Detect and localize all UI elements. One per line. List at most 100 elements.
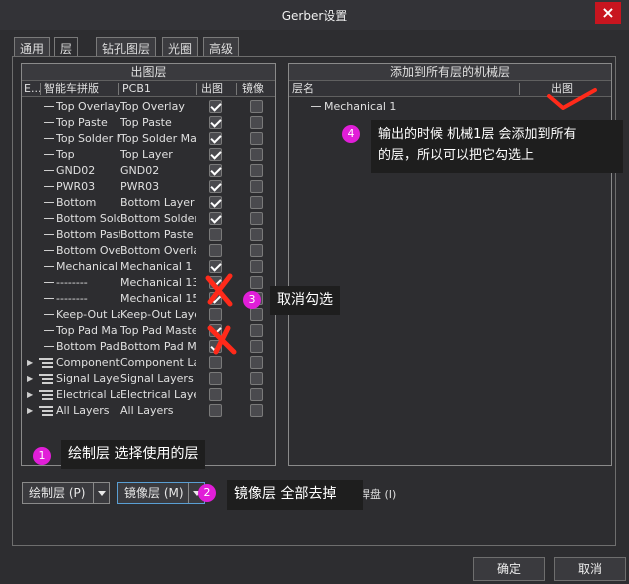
plot-checkbox[interactable] [209, 404, 222, 417]
mirror-checkbox[interactable] [250, 260, 263, 273]
mirror-checkbox[interactable] [250, 340, 263, 353]
table-row[interactable]: Top Paste Top Paste [22, 115, 275, 131]
tree-line-icon [44, 282, 54, 283]
col-pcb[interactable]: PCB1 [122, 81, 151, 97]
cancel-button[interactable]: 取消 [554, 557, 626, 581]
plot-checkbox[interactable] [209, 372, 222, 385]
mirror-checkbox[interactable] [250, 180, 263, 193]
mirror-layers-button[interactable]: 镜像层 (M) [117, 482, 205, 504]
plot-checkbox[interactable] [209, 116, 222, 129]
tree-line-icon [44, 122, 54, 123]
tab-general[interactable]: 通用 [14, 37, 51, 57]
plot-layers-label: 绘制层 (P) [29, 486, 86, 500]
table-row[interactable]: Bottom Over Bottom Overla [22, 243, 275, 259]
plot-checkbox[interactable] [209, 196, 222, 209]
table-row[interactable]: GND02 GND02 [22, 163, 275, 179]
mirror-checkbox[interactable] [250, 164, 263, 177]
tree-line-icon [44, 186, 54, 187]
pcb-layer: Top Overlay [120, 100, 185, 113]
layer-stack-icon [39, 406, 53, 416]
mirror-checkbox[interactable] [250, 308, 263, 321]
annotation-note-4-line1: 输出的时候 机械1层 会添加到所有 [378, 127, 577, 142]
plot-checkbox[interactable] [209, 132, 222, 145]
tree-line-icon [44, 138, 54, 139]
window-title: Gerber设置 [281, 9, 348, 23]
tab-layers[interactable]: 层 [54, 37, 79, 58]
table-row[interactable]: Bottom Bottom Layer [22, 195, 275, 211]
layer-name: Bottom Sold [56, 212, 120, 225]
table-row[interactable]: Top Overlay Top Overlay [22, 99, 275, 115]
expand-arrow-icon[interactable]: ▶ [27, 403, 33, 419]
table-row[interactable]: Bottom Sold Bottom Solder [22, 211, 275, 227]
layer-name: Keep-Out La [56, 308, 120, 321]
plot-checkbox[interactable] [209, 164, 222, 177]
plot-checkbox[interactable] [209, 228, 222, 241]
mirror-checkbox[interactable] [250, 212, 263, 225]
chevron-down-icon[interactable] [93, 483, 109, 503]
plot-checkbox[interactable] [209, 212, 222, 225]
mirror-checkbox[interactable] [250, 276, 263, 289]
table-row[interactable]: Top Top Layer [22, 147, 275, 163]
mirror-checkbox[interactable] [250, 244, 263, 257]
expand-arrow-icon[interactable]: ▶ [27, 371, 33, 387]
plot-checkbox[interactable] [209, 148, 222, 161]
plot-checkbox[interactable] [209, 180, 222, 193]
mirror-checkbox[interactable] [250, 116, 263, 129]
ok-button[interactable]: 确定 [473, 557, 545, 581]
tree-line-icon [44, 218, 54, 219]
tree-line-icon [44, 314, 54, 315]
annotation-badge-2: 2 [198, 484, 216, 502]
plot-layers-panel: 出图层 E... 智能车拼版 PCB1 出图 镜像 Top Overlay Top… [21, 63, 276, 466]
group-layer: Signal Layers [120, 372, 194, 385]
table-row[interactable]: Keep-Out La Keep-Out Laye [22, 307, 275, 323]
mirror-checkbox[interactable] [250, 356, 263, 369]
annotation-badge-3: 3 [243, 291, 261, 309]
tree-line-icon [44, 106, 54, 107]
plot-checkbox[interactable] [209, 308, 222, 321]
layer-stack-icon [39, 374, 53, 384]
close-button[interactable]: × [595, 2, 621, 24]
plot-checkbox[interactable] [209, 244, 222, 257]
mirror-checkbox[interactable] [250, 196, 263, 209]
table-row[interactable]: Top Solder M Top Solder Ma [22, 131, 275, 147]
plot-checkbox[interactable] [209, 100, 222, 113]
group-row[interactable]: ▶ Signal Layer Signal Layers [22, 371, 275, 387]
plot-layers-header: E... 智能车拼版 PCB1 出图 镜像 [22, 81, 275, 97]
plot-checkbox[interactable] [209, 388, 222, 401]
tab-drill-layers[interactable]: 钻孔图层 [96, 37, 157, 57]
col-plot[interactable]: 出图 [201, 81, 223, 97]
col-extension[interactable]: E... [24, 81, 41, 97]
plot-layers-button[interactable]: 绘制层 (P) [22, 482, 110, 504]
expand-arrow-icon[interactable]: ▶ [27, 387, 33, 403]
table-row[interactable]: Bottom Past Bottom Paste [22, 227, 275, 243]
mirror-checkbox[interactable] [250, 132, 263, 145]
table-row[interactable]: PWR03 PWR03 [22, 179, 275, 195]
pcb-layer: Bottom Paste [120, 228, 194, 241]
col-mirror[interactable]: 镜像 [242, 81, 264, 97]
mirror-checkbox[interactable] [250, 100, 263, 113]
mirror-checkbox[interactable] [250, 324, 263, 337]
layer-name: Top Paste [56, 116, 108, 129]
mirror-checkbox[interactable] [250, 228, 263, 241]
tab-apertures[interactable]: 光圈 [162, 37, 199, 57]
expand-arrow-icon[interactable]: ▶ [27, 355, 33, 371]
pcb-layer: Top Paste [120, 116, 172, 129]
col-layer-name[interactable]: 层名 [292, 81, 314, 97]
tree-line-icon [44, 202, 54, 203]
group-row[interactable]: ▶ Electrical LayElectrical Layer [22, 387, 275, 403]
group-name: Signal Layer [56, 372, 120, 385]
layer-name: -------- [56, 276, 88, 289]
mirror-checkbox[interactable] [250, 148, 263, 161]
pcb-layer: Top Solder Ma [120, 132, 196, 145]
pcb-layer: Mechanical 13 [120, 276, 196, 289]
tree-line-icon [44, 266, 54, 267]
layer-name: -------- [56, 292, 88, 305]
tree-line-icon [44, 170, 54, 171]
title-bar: Gerber设置 × [0, 0, 629, 30]
tab-advanced[interactable]: 高级 [203, 37, 240, 57]
mirror-checkbox[interactable] [250, 404, 263, 417]
mirror-checkbox[interactable] [250, 372, 263, 385]
mirror-checkbox[interactable] [250, 388, 263, 401]
group-row[interactable]: ▶ All Layers All Layers [22, 403, 275, 419]
col-design[interactable]: 智能车拼版 [44, 81, 99, 97]
